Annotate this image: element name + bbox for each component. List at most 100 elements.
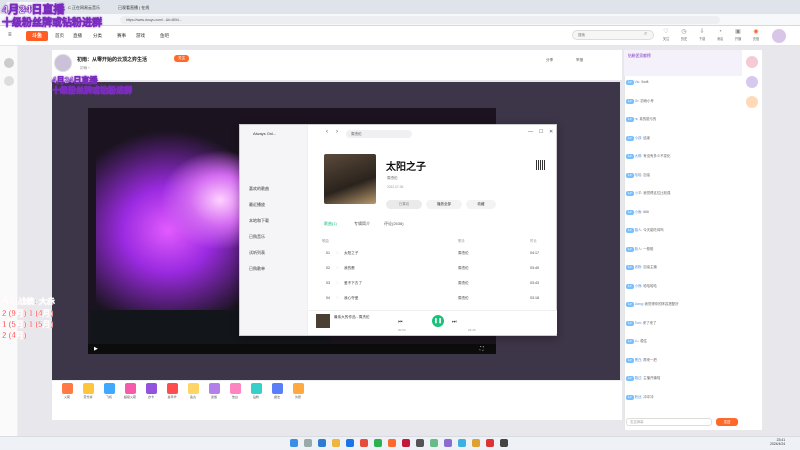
gift-item[interactable]: 办卡	[142, 383, 160, 399]
nav-games[interactable]: 游戏	[136, 33, 145, 39]
app-icon[interactable]	[360, 439, 368, 447]
liked-button[interactable]: 已喜欢	[386, 200, 422, 209]
douyu-icon[interactable]	[388, 439, 396, 447]
heart-icon[interactable]: ♡	[336, 293, 339, 303]
sidebar-item-liked[interactable]: 喜欢的歌曲	[249, 186, 269, 192]
browser-tab[interactable]: 已观看直播 | 在线	[112, 2, 162, 14]
album-cover[interactable]	[324, 154, 376, 204]
search-taskbar-icon[interactable]	[304, 439, 312, 447]
app-icon[interactable]	[500, 439, 508, 447]
track-artist[interactable]: 周杰伦	[458, 248, 469, 258]
heart-icon[interactable]: ♡	[336, 248, 339, 258]
gift-item[interactable]: 荧光棒	[79, 383, 97, 399]
app-icon[interactable]	[458, 439, 466, 447]
history-button[interactable]: ◷ 历史	[676, 29, 692, 41]
tab-songs[interactable]: 歌曲(1)	[324, 221, 337, 227]
gift-item[interactable]: 魔法	[268, 383, 286, 399]
minimize-icon[interactable]: —	[528, 129, 533, 135]
play-icon[interactable]: ▶	[94, 346, 98, 352]
follow-button[interactable]: ♡ 关注	[658, 29, 674, 41]
streamer-name[interactable]: 初雨丶	[80, 66, 91, 71]
nav-category[interactable]: 分类	[93, 33, 102, 39]
search-input[interactable]: 搜索	[572, 30, 654, 40]
app-icon[interactable]	[416, 439, 424, 447]
start-stream-button[interactable]: ▣ 开播	[730, 29, 746, 41]
recharge-button[interactable]: ◉ 充值	[748, 29, 764, 41]
music-account[interactable]: Always Onl...	[253, 131, 276, 136]
sidebar-avatar[interactable]	[4, 58, 14, 68]
sidebar-item-recent[interactable]: 最近播放	[249, 202, 265, 208]
track-row[interactable]: 02 ♡ 我的蛋 周杰伦 03:49	[322, 263, 548, 273]
rail-icon[interactable]	[746, 96, 758, 108]
gift-item[interactable]: 贵族	[205, 383, 223, 399]
menu-icon[interactable]: ≡	[8, 32, 12, 38]
qr-code-icon[interactable]	[536, 160, 546, 170]
pause-button[interactable]: ❚❚	[432, 315, 444, 327]
sidebar-avatar[interactable]	[4, 76, 14, 86]
sidebar-item-purchased-list[interactable]: 已购歌单	[249, 266, 265, 272]
streamer-avatar[interactable]	[54, 54, 72, 72]
back-icon[interactable]: ‹	[326, 129, 328, 135]
gift-item[interactable]: 嘉年华	[163, 383, 181, 399]
app-icon[interactable]	[430, 439, 438, 447]
message-button[interactable]: ◔ 消息	[712, 29, 728, 41]
album-artist[interactable]: 周杰伦	[387, 176, 398, 181]
favorite-button[interactable]: 收藏	[466, 200, 496, 209]
report-button[interactable]: 举报	[576, 58, 583, 63]
prev-icon[interactable]: ⏮	[398, 319, 403, 325]
app-icon[interactable]	[318, 439, 326, 447]
start-icon[interactable]	[290, 439, 298, 447]
track-artist[interactable]: 周杰伦	[458, 263, 469, 273]
follow-room-button[interactable]: 关注	[174, 55, 190, 62]
tab-album-intro[interactable]: 专辑简介	[354, 221, 370, 227]
share-button[interactable]: 分享	[546, 58, 553, 63]
chat-username[interactable]: Jiang	[635, 302, 643, 306]
music-app-icon[interactable]	[402, 439, 410, 447]
app-icon[interactable]	[472, 439, 480, 447]
sidebar-item-purchased[interactable]: 已购音乐	[249, 234, 265, 240]
rail-icon[interactable]	[746, 76, 758, 88]
maximize-icon[interactable]: ☐	[539, 129, 543, 135]
chat-header-title[interactable]: 钻粉团贡献榜	[628, 54, 651, 59]
fullscreen-icon[interactable]: ⛶	[480, 346, 484, 352]
tab-comments[interactable]: 评论(2538)	[384, 221, 404, 227]
gift-item[interactable]: 告白	[226, 383, 244, 399]
heart-icon[interactable]: ♡	[336, 278, 339, 288]
app-icon[interactable]	[486, 439, 494, 447]
nav-home[interactable]: 首页	[55, 33, 64, 39]
gift-item[interactable]: 鱼丸	[184, 383, 202, 399]
nav-fishbar[interactable]: 鱼吧	[160, 33, 169, 39]
track-row[interactable]: 01 ♡ 太阳之子 周杰伦 04:17	[322, 248, 548, 258]
gift-item[interactable]: 许愿	[289, 383, 307, 399]
search-icon[interactable]: ⌕	[644, 31, 647, 38]
edge-icon[interactable]	[346, 439, 354, 447]
download-button[interactable]: ⇩ 下载	[694, 29, 710, 41]
close-icon[interactable]: ✕	[549, 129, 553, 135]
site-logo[interactable]: 斗鱼	[26, 31, 48, 41]
gift-item[interactable]: 超级火箭	[121, 383, 139, 399]
sidebar-item-local[interactable]: 本地和下载	[249, 218, 269, 224]
track-artist[interactable]: 周杰伦	[458, 278, 469, 288]
forward-icon[interactable]: ›	[336, 129, 338, 135]
track-row[interactable]: 04 ♡ 我心夺爱 周杰伦 03:18	[322, 293, 548, 303]
track-row[interactable]: 03 ♡ 爱不下去了 周杰伦 03:43	[322, 278, 548, 288]
next-icon[interactable]: ⏭	[452, 319, 457, 325]
url-field[interactable]: https://www.douyu.com/...&k=8f34...	[120, 16, 720, 24]
nav-esports[interactable]: 赛事	[117, 33, 126, 39]
play-all-button[interactable]: 播放全部	[426, 200, 462, 209]
browser-tab[interactable]: C 正在网易云音乐	[62, 2, 108, 14]
rail-icon[interactable]	[746, 56, 758, 68]
app-icon[interactable]	[374, 439, 382, 447]
now-playing-cover[interactable]	[316, 314, 330, 328]
nav-live[interactable]: 直播	[73, 33, 82, 39]
app-icon[interactable]	[444, 439, 452, 447]
gift-item[interactable]: 火箭	[58, 383, 76, 399]
heart-icon[interactable]: ♡	[336, 263, 339, 273]
chat-input[interactable]: 发送弹幕	[626, 418, 712, 426]
track-artist[interactable]: 周杰伦	[458, 293, 469, 303]
music-search-input[interactable]: 周杰伦	[346, 130, 412, 138]
user-avatar[interactable]	[772, 29, 786, 43]
sidebar-item-trial[interactable]: 试听列表	[249, 250, 265, 256]
send-button[interactable]: 发送	[716, 418, 738, 426]
folder-icon[interactable]	[332, 439, 340, 447]
